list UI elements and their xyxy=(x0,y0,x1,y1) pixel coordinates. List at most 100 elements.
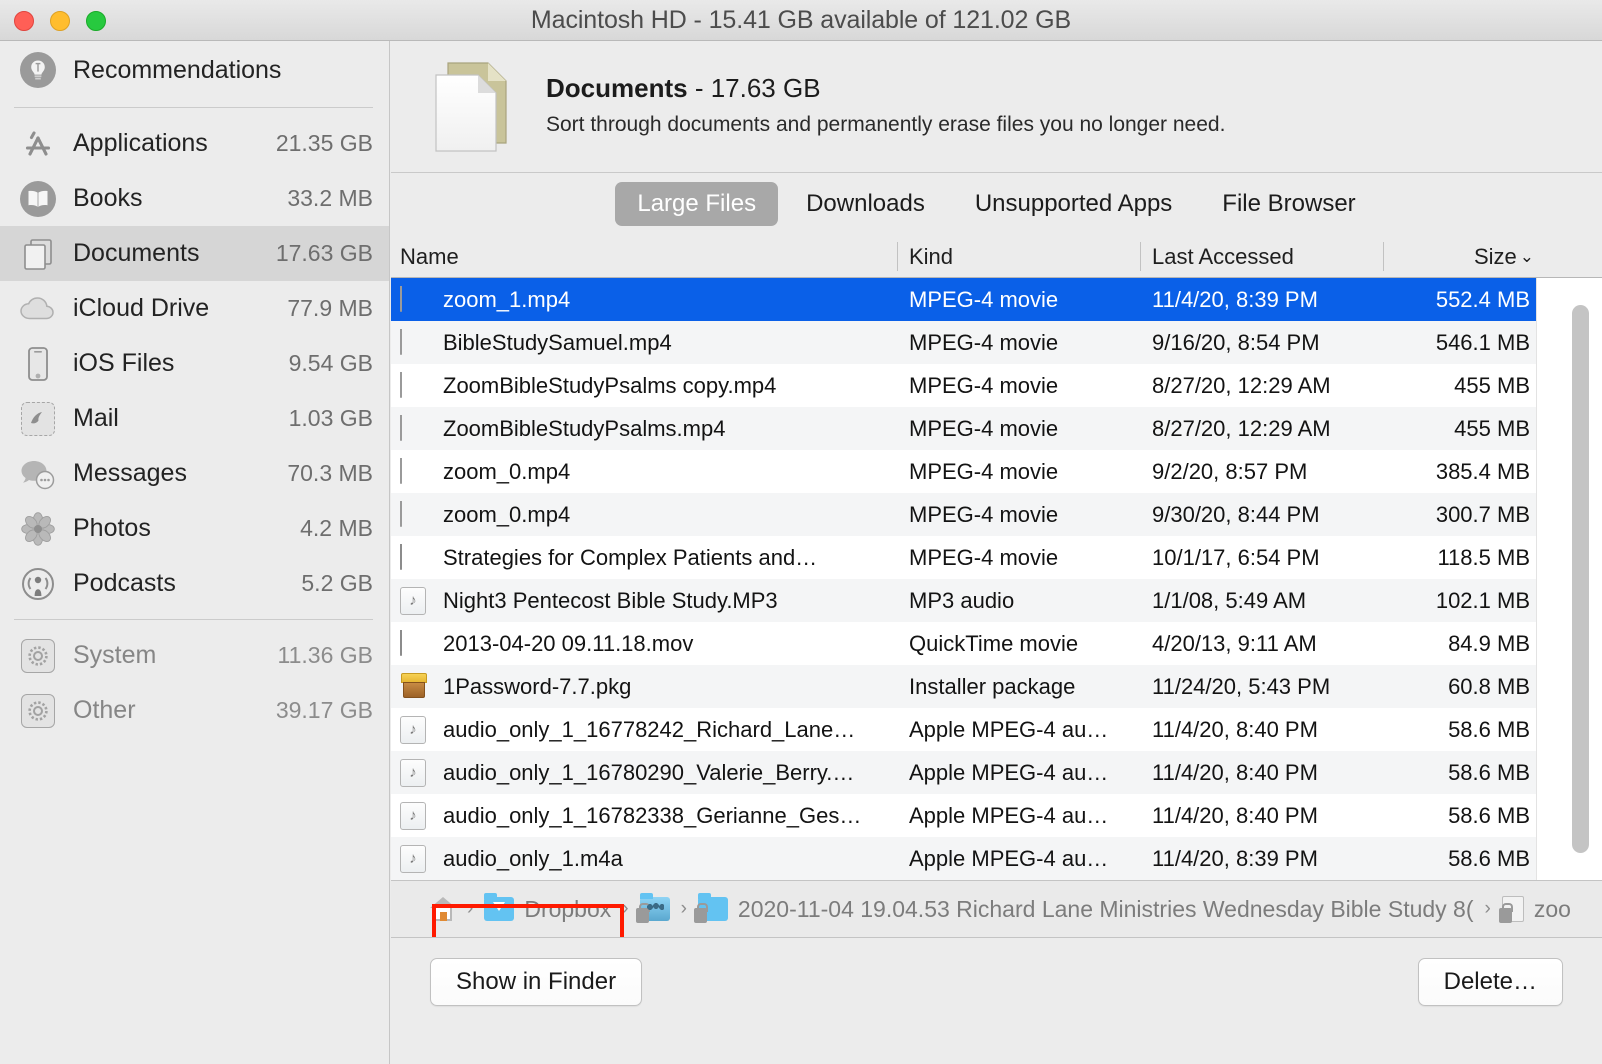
table-row[interactable]: zoom_0.mp4MPEG-4 movie9/2/20, 8:57 PM385… xyxy=(391,450,1537,493)
column-header-last-accessed[interactable]: Last Accessed xyxy=(1152,235,1294,278)
file-name-text: ZoomBibleStudyPsalms.mp4 xyxy=(443,416,725,442)
file-kind-cell: Installer package xyxy=(909,674,1144,700)
sidebar-divider-top xyxy=(14,107,373,108)
sidebar-item-ios-files[interactable]: iOS Files 9.54 GB xyxy=(0,336,389,391)
file-name-cell: ♪audio_only_1_16778242_Richard_Lane… xyxy=(400,716,900,744)
sidebar-item-size: 77.9 MB xyxy=(287,295,373,322)
category-description: Sort through documents and permanently e… xyxy=(546,113,1225,137)
sidebar-item-messages[interactable]: Messages 70.3 MB xyxy=(0,446,389,501)
file-kind-cell: Apple MPEG-4 au… xyxy=(909,803,1144,829)
column-divider[interactable] xyxy=(1140,242,1141,271)
mail-stamp-icon xyxy=(18,399,58,439)
breadcrumb-item-shared-folder[interactable] xyxy=(640,897,670,921)
column-header-name[interactable]: Name xyxy=(400,235,459,278)
table-row[interactable]: ♪Night3 Pentecost Bible Study.MP3MP3 aud… xyxy=(391,579,1537,622)
file-last-accessed-cell: 11/4/20, 8:40 PM xyxy=(1152,717,1382,743)
sidebar-item-podcasts[interactable]: Podcasts 5.2 GB xyxy=(0,556,389,611)
sidebar-item-system[interactable]: System 11.36 GB xyxy=(0,628,389,683)
breadcrumb-item-home[interactable] xyxy=(430,897,456,921)
table-row[interactable]: BibleStudySamuel.mp4MPEG-4 movie9/16/20,… xyxy=(391,321,1537,364)
main-pane: Documents - 17.63 GB Sort through docume… xyxy=(391,41,1602,1064)
column-header-kind[interactable]: Kind xyxy=(909,235,953,278)
file-name-text: 2013-04-20 09.11.18.mov xyxy=(443,631,693,657)
file-name-cell: 1Password-7.7.pkg xyxy=(400,673,900,701)
file-kind-cell: MPEG-4 movie xyxy=(909,330,1144,356)
file-name-text: ZoomBibleStudyPsalms copy.mp4 xyxy=(443,373,776,399)
table-row[interactable]: ZoomBibleStudyPsalms.mp4 MPEG-4 movie 8/27… xyxy=(391,407,1537,450)
breadcrumb: › Dropbox › › 2020-11-04 19.04.53 Richar… xyxy=(391,880,1602,938)
footer-actions: Show in Finder Delete… xyxy=(391,938,1602,1026)
table-row[interactable]: ♪audio_only_1_16782338_Gerianne_Ges… Appl… xyxy=(391,794,1537,837)
table-row[interactable]: zoom_0.mp4MPEG-4 movie9/30/20, 8:44 PM30… xyxy=(391,493,1537,536)
file-size-cell: 102.1 MB xyxy=(1382,588,1530,614)
category-header: Documents - 17.63 GB Sort through docume… xyxy=(391,41,1602,173)
file-size-cell: 58.6 MB xyxy=(1382,760,1530,786)
vertical-scrollbar[interactable] xyxy=(1536,278,1602,880)
chevron-down-icon: ⌄ xyxy=(1520,235,1534,278)
sidebar-item-size: 21.35 GB xyxy=(276,130,373,157)
sidebar-item-label: Books xyxy=(73,184,287,213)
table-row[interactable]: ZoomBibleStudyPsalms copy.mp4MPEG-4 movi… xyxy=(391,364,1537,407)
file-name-cell: ♪audio_only_1_16782338_Gerianne_Ges… xyxy=(400,802,900,830)
file-name-cell: ♪ audio_only_1_16780290_Valerie_Berry.… xyxy=(400,759,900,787)
file-name-text: zoom_0.mp4 xyxy=(443,502,570,528)
breadcrumb-item-meeting-folder[interactable]: 2020-11-04 19.04.53 Richard Lane Ministr… xyxy=(698,896,1474,923)
table-row[interactable]: 2013-04-20 09.11.18.movQuickTime movie4/… xyxy=(391,622,1537,665)
tab-unsupported-apps[interactable]: Unsupported Apps xyxy=(953,182,1194,226)
sidebar-item-documents[interactable]: Documents 17.63 GB xyxy=(0,226,389,281)
table-row[interactable]: ♪audio_only_1_16780290_Valerie_Berry.…Ap… xyxy=(391,751,1537,794)
sidebar-item-photos[interactable]: Photos 4.2 MB xyxy=(0,501,389,556)
table-row[interactable]: Strategies for Complex Patients and…MPEG… xyxy=(391,536,1537,579)
scrollbar-thumb[interactable] xyxy=(1572,305,1589,853)
lock-icon xyxy=(694,908,707,923)
column-header-size[interactable]: Size⌄ xyxy=(1474,235,1534,278)
file-size-cell: 58.6 MB xyxy=(1382,846,1530,872)
file-size-cell: 455 MB xyxy=(1382,373,1530,399)
show-in-finder-button[interactable]: Show in Finder xyxy=(430,958,642,1006)
photos-flower-icon xyxy=(18,509,58,549)
file-name-cell: ♪Night3 Pentecost Bible Study.MP3 xyxy=(400,587,900,615)
sidebar-item-label: System xyxy=(73,641,278,670)
sidebar-item-icloud-drive[interactable]: iCloud Drive 77.9 MB xyxy=(0,281,389,336)
table-row[interactable]: 1Password-7.7.pkg Installer package 11/24/… xyxy=(391,665,1537,708)
documents-stack-icon xyxy=(426,55,518,159)
column-divider[interactable] xyxy=(897,242,898,271)
home-icon xyxy=(430,897,456,921)
file-last-accessed-cell: 8/27/20, 12:29 AM xyxy=(1152,416,1382,442)
file-kind-cell: MPEG-4 movie xyxy=(909,287,1144,313)
sidebar-item-applications[interactable]: Applications 21.35 GB xyxy=(0,116,389,171)
file-last-accessed-cell: 11/24/20, 5:43 PM xyxy=(1152,674,1382,700)
table-row[interactable]: ♪audio_only_1.m4aApple MPEG-4 au…11/4/20… xyxy=(391,837,1537,880)
delete-button[interactable]: Delete… xyxy=(1418,958,1563,1006)
sidebar-item-mail[interactable]: Mail 1.03 GB xyxy=(0,391,389,446)
file-last-accessed-cell: 8/27/20, 12:29 AM xyxy=(1152,373,1382,399)
table-row[interactable]: ♪audio_only_1_16778242_Richard_Lane…Appl… xyxy=(391,708,1537,751)
file-name-cell: 2013-04-20 09.11.18.mov xyxy=(400,630,900,658)
table-row[interactable]: zoom_1.mp4MPEG-4 movie11/4/20, 8:39 PM55… xyxy=(391,278,1537,321)
sidebar-item-size: 11.36 GB xyxy=(278,642,373,669)
file-list: zoom_1.mp4MPEG-4 movie11/4/20, 8:39 PM55… xyxy=(391,278,1602,880)
audio-icon: ♪ xyxy=(400,759,426,787)
tab-large-files[interactable]: Large Files xyxy=(615,182,778,226)
tab-file-browser[interactable]: File Browser xyxy=(1200,182,1377,226)
file-icon xyxy=(1502,896,1524,922)
window-title: Macintosh HD - 15.41 GB available of 121… xyxy=(0,0,1602,41)
sidebar-item-other[interactable]: Other 39.17 GB xyxy=(0,683,389,738)
sidebar-item-size: 5.2 GB xyxy=(301,570,373,597)
file-kind-cell: MPEG-4 movie xyxy=(909,416,1144,442)
file-last-accessed-cell: 10/1/17, 6:54 PM xyxy=(1152,545,1382,571)
breadcrumb-item-dropbox[interactable]: Dropbox xyxy=(484,896,611,923)
breadcrumb-separator: › xyxy=(681,898,687,920)
file-last-accessed-cell: 11/4/20, 8:39 PM xyxy=(1152,846,1382,872)
file-name-cell: BibleStudySamuel.mp4 xyxy=(400,329,900,357)
movie-icon xyxy=(400,458,402,484)
file-name-text: audio_only_1_16780290_Valerie_Berry.… xyxy=(443,760,854,786)
breadcrumb-item-file[interactable]: zoo xyxy=(1502,896,1571,923)
messages-bubble-icon xyxy=(18,454,58,494)
column-divider[interactable] xyxy=(1383,242,1384,271)
sidebar-item-books[interactable]: Books 33.2 MB xyxy=(0,171,389,226)
sidebar: Recommendations Applications 21.35 GB Bo… xyxy=(0,41,390,1064)
sidebar-item-recommendations[interactable]: Recommendations xyxy=(0,41,389,99)
file-name-text: BibleStudySamuel.mp4 xyxy=(443,330,672,356)
tab-downloads[interactable]: Downloads xyxy=(784,182,947,226)
